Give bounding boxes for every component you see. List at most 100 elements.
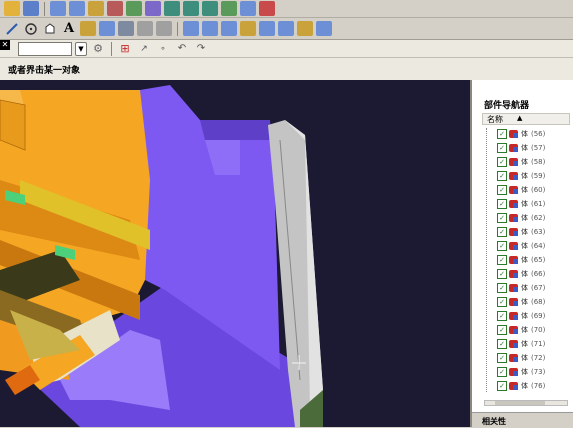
open-file-icon[interactable] — [4, 1, 20, 16]
close-icon[interactable]: ✕ — [0, 40, 10, 50]
body-icon — [509, 213, 518, 222]
tree-row[interactable]: ✓ 体 (76) — [487, 380, 571, 391]
boolean-unite-icon[interactable] — [164, 1, 180, 16]
visibility-checkbox[interactable]: ✓ — [497, 296, 507, 307]
visibility-checkbox[interactable]: ✓ — [497, 170, 507, 181]
snap-point-icon[interactable]: ⊞ — [117, 41, 133, 56]
thicken-icon[interactable] — [240, 21, 256, 36]
selection-filter-dropdown[interactable] — [18, 41, 72, 56]
visibility-checkbox[interactable]: ✓ — [497, 226, 507, 237]
tree-row[interactable]: ✓ 体 (65) — [487, 254, 571, 265]
graphics-viewport[interactable] — [0, 80, 470, 427]
model-render — [0, 85, 323, 427]
snap-arc-icon[interactable]: ↶ — [174, 41, 190, 56]
body-icon — [509, 227, 518, 236]
visibility-checkbox[interactable]: ✓ — [497, 254, 507, 265]
column-name: 名称 — [487, 115, 503, 124]
circle-icon[interactable] — [23, 21, 39, 36]
tree-row[interactable]: ✓ 体 (68) — [487, 296, 571, 307]
horizontal-scrollbar[interactable] — [484, 400, 568, 406]
toolbar-top — [0, 0, 573, 18]
gear-icon[interactable]: ⚙ — [90, 41, 106, 56]
visibility-checkbox[interactable]: ✓ — [497, 310, 507, 321]
part-navigator: 部件导航器 名称 ▲ ✓ 体 (56) ✓ 体 (57) ✓ 体 (58) ✓ 体 (59) ✓… — [470, 80, 573, 428]
tree-row[interactable]: ✓ 体 (62) — [487, 212, 571, 223]
cue-line: 或者界击某一对象 — [0, 58, 573, 81]
trim-body-icon[interactable] — [221, 1, 237, 16]
body-icon — [509, 283, 518, 292]
body-icon — [509, 353, 518, 362]
tree-row[interactable]: ✓ 体 (67) — [487, 282, 571, 293]
snap-end-icon[interactable]: ↗ — [136, 41, 152, 56]
sort-ascending-icon[interactable]: ▲ — [517, 114, 522, 122]
measure-icon[interactable] — [316, 21, 332, 36]
cone-icon[interactable] — [88, 1, 104, 16]
visibility-checkbox[interactable]: ✓ — [497, 198, 507, 209]
visibility-checkbox[interactable]: ✓ — [497, 268, 507, 279]
column-header[interactable]: 名称 ▲ — [482, 113, 570, 125]
dependencies-label: 相关性 — [482, 417, 506, 426]
tree-row[interactable]: ✓ 体 (64) — [487, 240, 571, 251]
visibility-checkbox[interactable]: ✓ — [497, 324, 507, 335]
tree-row[interactable]: ✓ 体 (71) — [487, 338, 571, 349]
tree-row[interactable]: ✓ 体 (70) — [487, 324, 571, 335]
tree-row[interactable]: ✓ 体 (58) — [487, 156, 571, 167]
visibility-checkbox[interactable]: ✓ — [497, 184, 507, 195]
pattern-icon[interactable] — [278, 21, 294, 36]
scale-icon[interactable] — [259, 21, 275, 36]
navigator-tree: ✓ 体 (56) ✓ 体 (57) ✓ 体 (58) ✓ 体 (59) ✓ 体 (60) ✓ 体 (61… — [486, 128, 567, 392]
boolean-intersect-icon[interactable] — [202, 1, 218, 16]
body-icon — [509, 381, 518, 390]
dependencies-panel[interactable]: 相关性 — [472, 412, 573, 428]
draft-icon[interactable] — [183, 21, 199, 36]
visibility-checkbox[interactable]: ✓ — [497, 156, 507, 167]
tree-row[interactable]: ✓ 体 (60) — [487, 184, 571, 195]
chevron-down-icon[interactable]: ▼ — [75, 41, 87, 56]
boolean-subtract-icon[interactable] — [183, 1, 199, 16]
visibility-checkbox[interactable]: ✓ — [497, 128, 507, 139]
visibility-checkbox[interactable]: ✓ — [497, 352, 507, 363]
body-icon — [509, 367, 518, 376]
pad-icon[interactable] — [137, 21, 153, 36]
visibility-checkbox[interactable]: ✓ — [497, 366, 507, 377]
sweep-icon[interactable] — [80, 21, 96, 36]
block-icon[interactable] — [50, 1, 66, 16]
slot-icon[interactable] — [156, 21, 172, 36]
tree-row[interactable]: ✓ 体 (66) — [487, 268, 571, 279]
save-icon[interactable] — [23, 1, 39, 16]
shell-icon[interactable] — [221, 21, 237, 36]
edge-blend-icon[interactable] — [240, 1, 256, 16]
body-icon — [509, 241, 518, 250]
text-icon[interactable]: A — [61, 21, 77, 36]
cylinder-icon[interactable] — [69, 1, 85, 16]
tree-row[interactable]: ✓ 体 (61) — [487, 198, 571, 209]
sphere-icon[interactable] — [107, 1, 123, 16]
visibility-checkbox[interactable]: ✓ — [497, 212, 507, 223]
snap-center-icon[interactable]: ↷ — [193, 41, 209, 56]
tree-row[interactable]: ✓ 体 (59) — [487, 170, 571, 181]
chamfer-icon[interactable] — [259, 1, 275, 16]
extrude-icon[interactable] — [126, 1, 142, 16]
visibility-checkbox[interactable]: ✓ — [497, 380, 507, 391]
snap-mid-icon[interactable]: ∘ — [155, 41, 171, 56]
sketch-icon[interactable] — [4, 21, 20, 36]
visibility-checkbox[interactable]: ✓ — [497, 240, 507, 251]
pocket-icon[interactable] — [118, 21, 134, 36]
visibility-checkbox[interactable]: ✓ — [497, 142, 507, 153]
tree-row[interactable]: ✓ 体 (73) — [487, 366, 571, 377]
tree-row[interactable]: ✓ 体 (57) — [487, 142, 571, 153]
tree-row[interactable]: ✓ 体 (56) — [487, 128, 571, 139]
mirror-icon[interactable] — [297, 21, 313, 36]
offset-face-icon[interactable] — [202, 21, 218, 36]
tree-row[interactable]: ✓ 体 (72) — [487, 352, 571, 363]
visibility-checkbox[interactable]: ✓ — [497, 338, 507, 349]
scrollbar-thumb[interactable] — [495, 401, 545, 405]
hole-icon[interactable] — [42, 21, 58, 36]
navigator-title: 部件导航器 — [484, 101, 530, 111]
revolve-icon[interactable] — [145, 1, 161, 16]
toolbar-form-feature: A — [0, 18, 573, 40]
boss-icon[interactable] — [99, 21, 115, 36]
visibility-checkbox[interactable]: ✓ — [497, 282, 507, 293]
tree-row[interactable]: ✓ 体 (69) — [487, 310, 571, 321]
tree-row[interactable]: ✓ 体 (63) — [487, 226, 571, 237]
